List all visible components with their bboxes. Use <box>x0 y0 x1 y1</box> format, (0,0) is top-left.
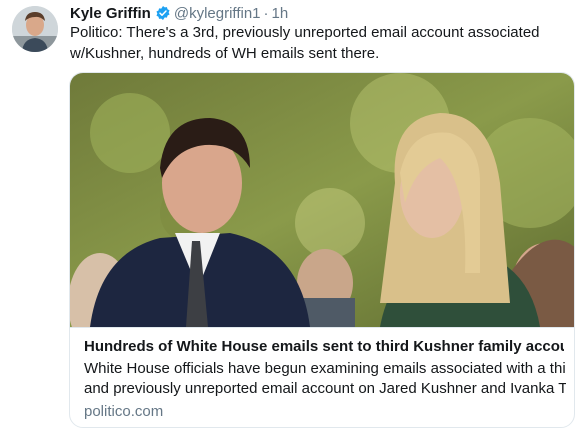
card-description-line-2: and previously unreported email account … <box>84 380 566 397</box>
user-handle[interactable]: @kylegriffin1 <box>174 5 261 22</box>
timestamp[interactable]: 1h <box>272 5 289 22</box>
tweet[interactable]: Kyle Griffin @kylegriffin1 · 1h Politico: T… <box>0 0 581 433</box>
link-preview-card[interactable]: Hundreds of White House emails sent to t… <box>69 72 575 428</box>
avatar[interactable] <box>12 6 58 52</box>
card-title[interactable]: Hundreds of White House emails sent to t… <box>84 337 564 357</box>
tweet-header: Kyle Griffin @kylegriffin1 · 1h <box>70 4 288 24</box>
display-name[interactable]: Kyle Griffin <box>70 5 151 22</box>
card-description: White House officials have begun examini… <box>84 359 566 399</box>
card-body: Hundreds of White House emails sent to t… <box>70 327 574 427</box>
tweet-text: Politico: There's a 3rd, previously unre… <box>70 24 540 62</box>
card-image <box>70 73 574 327</box>
card-domain[interactable]: politico.com <box>84 402 163 422</box>
separator-dot: · <box>263 5 269 22</box>
card-description-line-1: White House officials have begun examini… <box>84 360 566 377</box>
